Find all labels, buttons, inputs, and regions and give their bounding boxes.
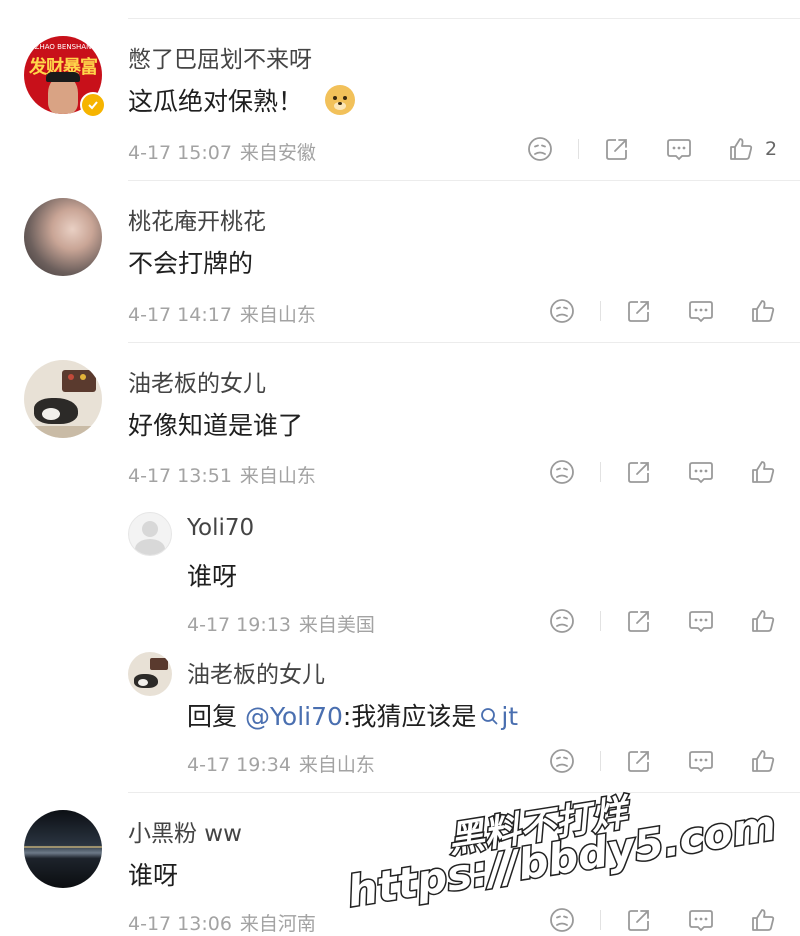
reply-prefix: 回复 [187,702,245,731]
comment-time: 4-17 13:51 [128,465,232,487]
comment-icon[interactable] [665,135,693,163]
reply-meta: 4-17 19:34 来自山东 [187,750,383,777]
share-icon[interactable] [603,135,631,163]
share-icon[interactable] [625,607,653,635]
comment-text: 好像知道是谁了 [128,411,304,440]
avatar[interactable] [24,360,102,438]
share-icon[interactable] [625,297,653,325]
search-icon [480,704,498,733]
dislike-icon[interactable] [548,297,576,325]
comment-meta: 4-17 14:17 来自山东 [128,300,324,327]
divider [128,792,800,793]
avatar-badge-text: ZHAO BENSHAN [34,43,92,51]
comment-icon[interactable] [687,458,715,486]
share-icon[interactable] [625,458,653,486]
divider [600,751,601,771]
comment-icon[interactable] [687,297,715,325]
like-icon[interactable] [749,607,777,635]
verified-badge-icon [80,92,106,118]
reply-text: 谁呀 [187,562,238,591]
divider [578,139,579,159]
avatar[interactable] [24,810,102,888]
comment-location: 来自山东 [239,304,316,326]
search-term: jt [501,702,519,731]
like-icon[interactable] [749,906,777,934]
divider [128,342,800,343]
like-icon[interactable] [727,135,755,163]
share-icon[interactable] [625,906,653,934]
comment-meta: 4-17 15:07 来自安徽 [128,138,324,165]
comment-icon[interactable] [687,747,715,775]
like-icon[interactable] [749,297,777,325]
comment-text: 不会打牌的 [128,249,254,278]
search-link[interactable]: jt [476,702,518,731]
divider [600,910,601,930]
comment-time: 4-17 14:17 [128,304,232,326]
avatar-hat [46,72,80,82]
mention-link[interactable]: @Yoli70 [245,702,343,731]
divider [128,18,800,19]
dislike-icon[interactable] [526,135,554,163]
dislike-icon[interactable] [548,607,576,635]
reply-location: 来自山东 [298,754,375,776]
comment-location: 来自安徽 [239,142,316,164]
comment-text: 谁呀 [128,861,179,890]
dislike-icon[interactable] [548,747,576,775]
divider [600,462,601,482]
dislike-icon[interactable] [548,458,576,486]
divider [600,301,601,321]
reply-location: 来自美国 [298,614,375,636]
divider [128,180,800,181]
reply-author[interactable]: Yoli70 [187,515,254,541]
comment-time: 4-17 15:07 [128,142,232,164]
reply-text: 回复 @Yoli70:我猜应该是 jt [187,697,518,733]
share-icon[interactable] [625,747,653,775]
comment-author[interactable]: 憋了巴屈划不来呀 [128,40,312,74]
avatar[interactable] [128,652,172,696]
comment-icon[interactable] [687,607,715,635]
comment-location: 来自河南 [239,913,316,935]
reply-text-body: :我猜应该是 [342,702,477,731]
avatar[interactable] [24,198,102,276]
comment-icon[interactable] [687,906,715,934]
comment-text-body: 这瓜绝对保熟！ [128,87,304,116]
comment-author[interactable]: 油老板的女儿 [128,364,266,398]
like-icon[interactable] [749,458,777,486]
comment-meta: 4-17 13:06 来自河南 [128,909,324,936]
reply-time: 4-17 19:13 [187,614,291,636]
comment-author[interactable]: 桃花庵开桃花 [128,202,266,236]
like-icon[interactable] [749,747,777,775]
doge-emoji-icon [324,85,355,115]
reply-meta: 4-17 19:13 来自美国 [187,610,383,637]
comment-time: 4-17 13:06 [128,913,232,935]
comment-location: 来自山东 [239,465,316,487]
dislike-icon[interactable] [548,906,576,934]
reply-time: 4-17 19:34 [187,754,291,776]
like-count: 2 [765,138,778,160]
comment-meta: 4-17 13:51 来自山东 [128,461,324,488]
reply-author[interactable]: 油老板的女儿 [187,655,325,689]
comment-author[interactable]: 小黑粉 ww [128,814,242,848]
avatar[interactable] [128,512,172,556]
comment-text: 这瓜绝对保熟！ [128,82,355,118]
divider [600,611,601,631]
